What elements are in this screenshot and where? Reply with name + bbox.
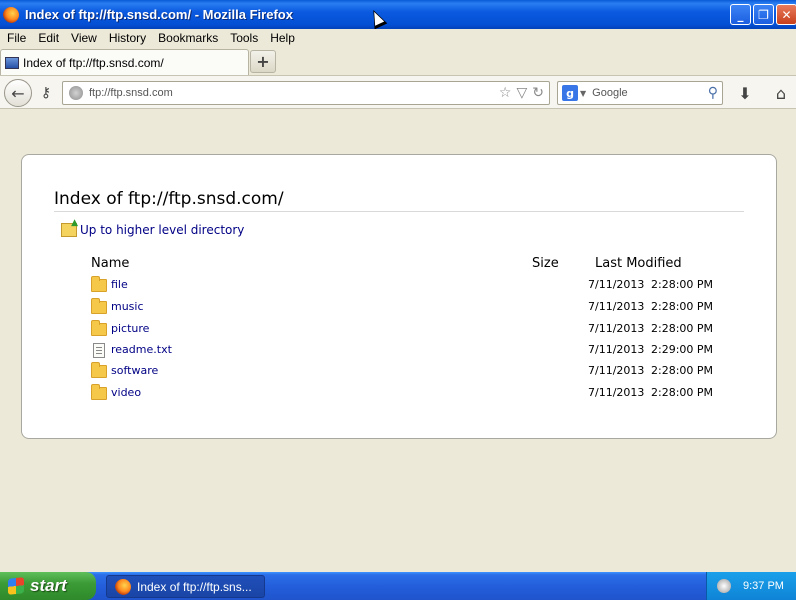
start-button[interactable]: start (0, 572, 96, 600)
globe-icon (69, 86, 83, 100)
back-arrow-icon: ← (11, 83, 25, 103)
file-link[interactable]: file (111, 278, 128, 291)
file-time: 2:28:00 PM (651, 300, 714, 313)
star-icon[interactable]: ☆ (499, 85, 512, 101)
table-row: video 7/11/2013 2:28:00 PM (91, 384, 731, 405)
url-input[interactable]: ftp://ftp.snsd.com (89, 87, 499, 99)
file-time: 2:29:00 PM (651, 343, 714, 356)
new-tab-button[interactable]: + (250, 50, 276, 73)
close-icon: ✕ (781, 7, 792, 22)
taskbar: start Index of ftp://ftp.sns... 9:37 PM (0, 572, 796, 600)
taskbar-item-label: Index of ftp://ftp.sns... (137, 579, 252, 594)
file-link[interactable]: picture (111, 322, 149, 335)
table-row: readme.txt 7/11/2013 2:29:00 PM (91, 342, 731, 362)
menu-help[interactable]: Help (265, 31, 300, 45)
firefox-icon (115, 578, 131, 595)
maximize-button[interactable]: ❐ (753, 4, 774, 25)
search-icon[interactable]: ⚲ (708, 85, 718, 101)
file-time: 2:28:00 PM (651, 386, 714, 399)
plus-icon: + (256, 52, 270, 71)
column-header-name: Name (91, 256, 130, 271)
file-time: 2:28:00 PM (651, 364, 714, 377)
menu-bar: File Edit View History Bookmarks Tools H… (0, 29, 796, 47)
folder-icon (91, 276, 107, 292)
search-input[interactable]: Google (592, 87, 708, 99)
menu-view[interactable]: View (66, 31, 102, 45)
table-row: picture 7/11/2013 2:28:00 PM (91, 320, 731, 341)
downloads-button[interactable]: ⬇ (734, 82, 756, 104)
directory-listing-panel: Index of ftp://ftp.snsd.com/ Up to highe… (21, 154, 777, 439)
window-title: Index of ftp://ftp.snsd.com/ - Mozilla F… (25, 7, 293, 22)
page-title: Index of ftp://ftp.snsd.com/ (54, 189, 284, 209)
download-icon: ⬇ (738, 83, 752, 103)
minimize-button[interactable]: _ (730, 4, 751, 25)
minimize-icon: _ (737, 7, 744, 22)
file-link[interactable]: video (111, 386, 141, 399)
key-icon: ⚷ (40, 85, 52, 101)
table-row: software 7/11/2013 2:28:00 PM (91, 362, 731, 383)
file-date: 7/11/2013 (588, 343, 645, 356)
folder-icon (91, 384, 107, 400)
column-header-size: Size (532, 256, 559, 271)
table-row: music 7/11/2013 2:28:00 PM (91, 298, 731, 319)
home-button[interactable]: ⌂ (770, 82, 792, 104)
navigation-toolbar: ← ⚷ ftp://ftp.snsd.com ☆ ▽ ↻ g ▼ Google … (0, 75, 796, 109)
file-link[interactable]: music (111, 300, 144, 313)
file-link[interactable]: software (111, 364, 158, 377)
folder-icon (91, 320, 107, 336)
tab-ftp-index[interactable]: Index of ftp://ftp.snsd.com/ (0, 49, 249, 75)
start-label: start (30, 576, 67, 595)
reload-icon[interactable]: ↻ (532, 85, 544, 101)
up-folder-icon (61, 218, 78, 237)
firefox-icon (3, 6, 19, 23)
column-header-last-modified: Last Modified (595, 256, 682, 271)
file-time: 2:28:00 PM (651, 278, 714, 291)
table-row: file 7/11/2013 2:28:00 PM (91, 276, 731, 297)
maximize-icon: ❐ (758, 7, 769, 22)
google-icon[interactable]: g (562, 85, 578, 101)
clock: 9:37 PM (743, 580, 784, 592)
folder-icon (91, 362, 107, 378)
windows-logo-icon (8, 577, 24, 595)
page-icon (5, 56, 19, 69)
up-directory-link[interactable]: Up to higher level directory (61, 218, 244, 237)
up-directory-label[interactable]: Up to higher level directory (80, 223, 244, 237)
file-date: 7/11/2013 (588, 322, 645, 335)
file-date: 7/11/2013 (588, 386, 645, 399)
window-titlebar[interactable]: Index of ftp://ftp.snsd.com/ - Mozilla F… (0, 0, 796, 29)
close-button[interactable]: ✕ (776, 4, 796, 25)
back-button[interactable]: ← (4, 79, 32, 107)
file-date: 7/11/2013 (588, 364, 645, 377)
menu-tools[interactable]: Tools (225, 31, 263, 45)
search-engine-dropdown-icon[interactable]: ▼ (580, 89, 586, 98)
site-identity-button[interactable]: ⚷ (35, 82, 57, 104)
text-file-icon (93, 343, 105, 358)
page-content: Index of ftp://ftp.snsd.com/ Up to highe… (0, 110, 796, 572)
file-date: 7/11/2013 (588, 300, 645, 313)
file-link[interactable]: readme.txt (111, 343, 172, 356)
system-tray: 9:37 PM (706, 572, 796, 600)
heading-divider (54, 211, 744, 212)
search-bar[interactable]: g ▼ Google ⚲ (557, 81, 723, 105)
file-date: 7/11/2013 (588, 278, 645, 291)
menu-history[interactable]: History (104, 31, 151, 45)
menu-bookmarks[interactable]: Bookmarks (153, 31, 223, 45)
volume-icon[interactable] (717, 579, 731, 593)
url-bar[interactable]: ftp://ftp.snsd.com ☆ ▽ ↻ (62, 81, 550, 105)
tab-label: Index of ftp://ftp.snsd.com/ (23, 55, 164, 70)
home-icon: ⌂ (775, 83, 787, 103)
tab-strip: Index of ftp://ftp.snsd.com/ + (0, 47, 796, 75)
folder-icon (91, 298, 107, 314)
url-dropdown-icon[interactable]: ▽ (516, 85, 527, 101)
taskbar-item-firefox[interactable]: Index of ftp://ftp.sns... (106, 575, 265, 598)
file-time: 2:28:00 PM (651, 322, 714, 335)
menu-edit[interactable]: Edit (33, 31, 64, 45)
menu-file[interactable]: File (2, 31, 31, 45)
